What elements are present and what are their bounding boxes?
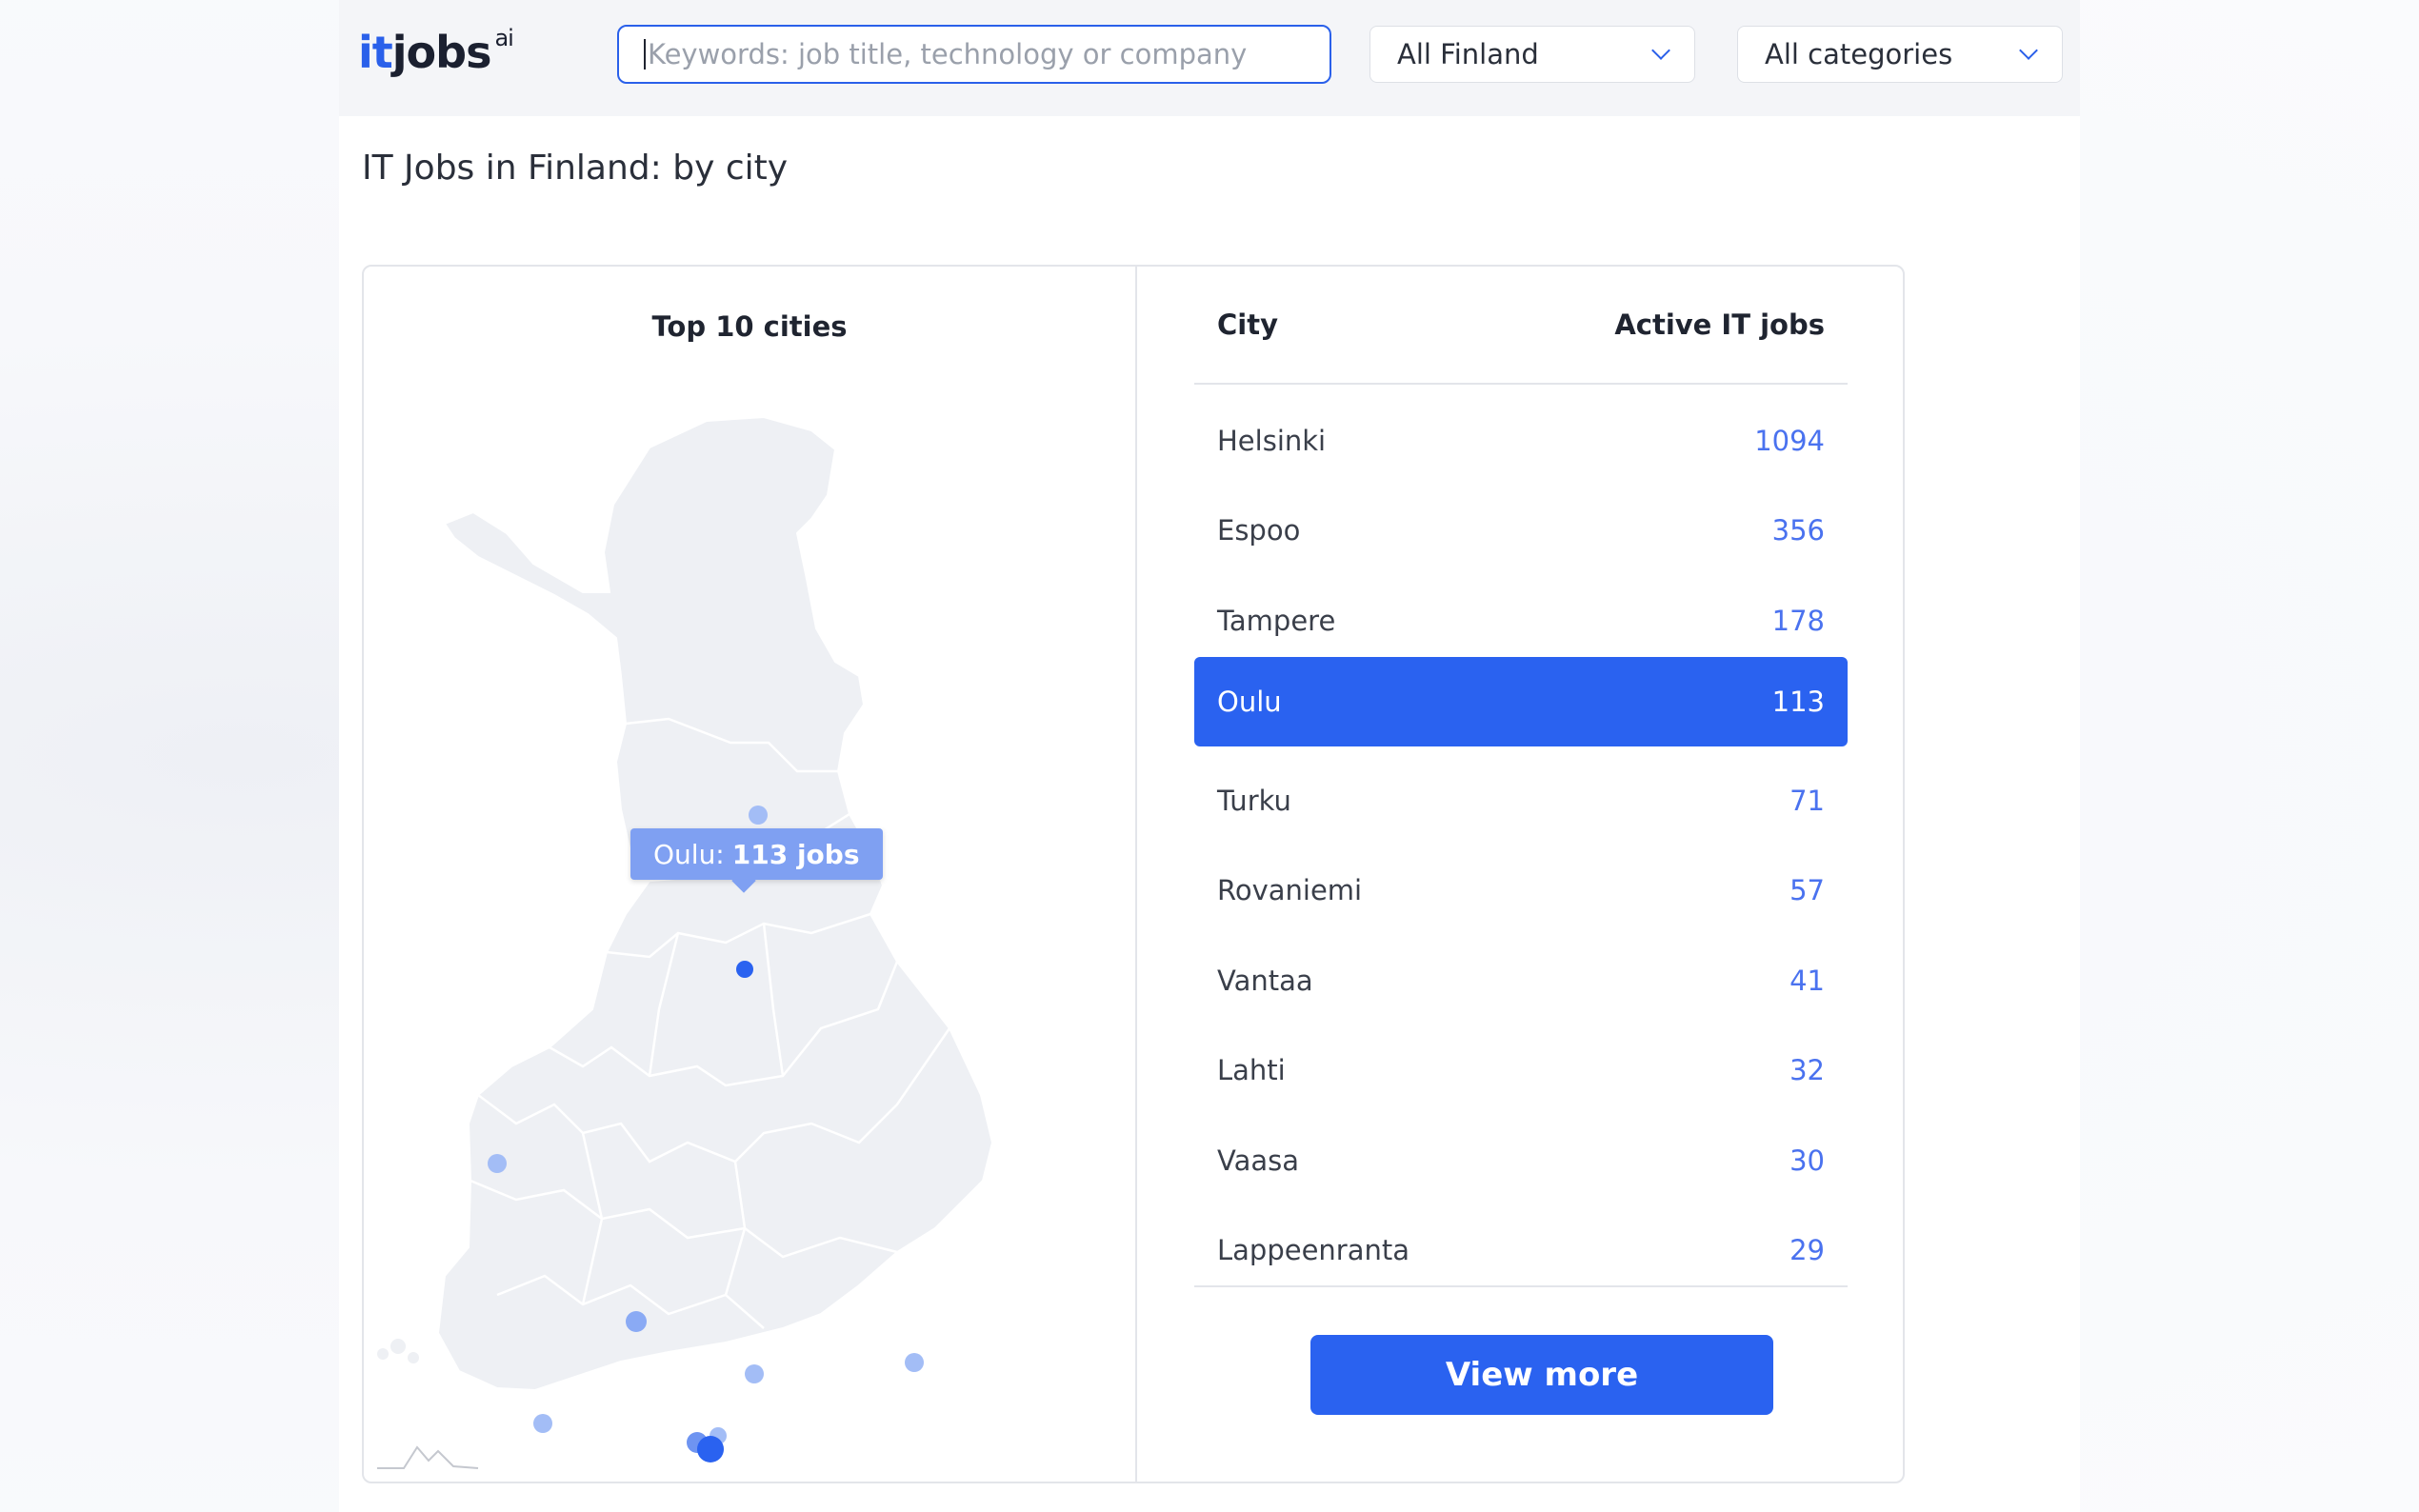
map-marker-lappeenranta[interactable]	[905, 1353, 924, 1372]
search-placeholder: Keywords: job title, technology or compa…	[648, 38, 1248, 70]
table-row[interactable]: Lahti 32	[1194, 1025, 1848, 1115]
page-container: it jobs ai Keywords: job title, technology…	[339, 0, 2080, 1512]
table-footer-divider	[1194, 1285, 1848, 1287]
page-title: IT Jobs in Finland: by city	[362, 149, 789, 188]
row-jobs: 71	[1789, 785, 1825, 817]
map-tooltip: Oulu: 113 jobs	[630, 828, 883, 893]
row-jobs: 30	[1789, 1144, 1825, 1177]
category-select-value: All categories	[1765, 38, 1953, 70]
table-row[interactable]: Lappeenranta 29	[1194, 1205, 1848, 1295]
table-row-active[interactable]: Oulu 113	[1194, 657, 1848, 746]
category-select[interactable]: All categories	[1737, 26, 2063, 83]
chevron-down-icon	[2019, 41, 2038, 60]
table-row[interactable]: Rovaniemi 57	[1194, 846, 1848, 935]
column-header-city: City	[1217, 308, 1278, 341]
map-marker-turku[interactable]	[533, 1414, 552, 1433]
row-city: Vaasa	[1217, 1144, 1300, 1177]
row-city: Vantaa	[1217, 965, 1313, 997]
row-jobs: 32	[1789, 1054, 1825, 1086]
map-marker-helsinki[interactable]	[697, 1436, 724, 1462]
table-row[interactable]: Helsinki 1094	[1194, 396, 1848, 486]
map-marker-vaasa[interactable]	[488, 1154, 507, 1173]
table-row[interactable]: Vantaa 41	[1194, 936, 1848, 1025]
text-cursor	[644, 39, 646, 70]
table-header-divider	[1194, 383, 1848, 385]
islands	[377, 1339, 419, 1363]
row-city: Helsinki	[1217, 425, 1327, 457]
map-marker-oulu[interactable]	[736, 961, 753, 978]
top-bar: it jobs ai Keywords: job title, technology…	[339, 0, 2080, 116]
map-marker-lahti[interactable]	[745, 1364, 764, 1383]
column-header-jobs: Active IT jobs	[1614, 308, 1825, 341]
card-divider	[1135, 267, 1137, 1483]
row-city: Rovaniemi	[1217, 874, 1363, 906]
location-select[interactable]: All Finland	[1369, 26, 1695, 83]
finland-map	[377, 415, 994, 1462]
itjobs-logo[interactable]: it jobs ai	[358, 25, 530, 88]
row-city: Turku	[1217, 785, 1291, 817]
row-jobs: 178	[1771, 605, 1825, 637]
row-jobs: 356	[1771, 514, 1825, 547]
row-city: Espoo	[1217, 514, 1301, 547]
tooltip-jobs: 113 jobs	[731, 838, 860, 870]
logo-it: it	[358, 27, 393, 78]
tooltip-city: Oulu:	[653, 838, 725, 870]
view-more-button[interactable]: View more	[1310, 1335, 1773, 1415]
row-city: Lahti	[1217, 1054, 1286, 1086]
logo-suffix: ai	[494, 25, 513, 51]
row-jobs: 1094	[1754, 425, 1825, 457]
cities-card: Top 10 cities Oulu: 113 jobs City Active…	[362, 265, 1905, 1483]
chevron-down-icon	[1651, 41, 1670, 60]
row-jobs: 29	[1789, 1234, 1825, 1266]
logo-jobs: jobs	[391, 27, 492, 78]
mountains-icon	[377, 1445, 479, 1469]
finland-map-shape	[436, 415, 994, 1392]
row-city: Lappeenranta	[1217, 1234, 1410, 1266]
map-marker-rovaniemi[interactable]	[749, 806, 768, 825]
map-marker-tampere[interactable]	[626, 1311, 647, 1332]
row-jobs: 113	[1771, 686, 1825, 718]
table-row[interactable]: Espoo 356	[1194, 486, 1848, 575]
table-row[interactable]: Turku 71	[1194, 756, 1848, 846]
table-row[interactable]: Tampere 178	[1194, 576, 1848, 666]
search-input[interactable]: Keywords: job title, technology or compa…	[617, 25, 1331, 84]
table-row[interactable]: Vaasa 30	[1194, 1116, 1848, 1205]
row-jobs: 57	[1789, 874, 1825, 906]
row-city: Oulu	[1217, 686, 1282, 718]
location-select-value: All Finland	[1397, 38, 1539, 70]
row-jobs: 41	[1789, 965, 1825, 997]
row-city: Tampere	[1217, 605, 1336, 637]
map-title: Top 10 cities	[651, 310, 848, 343]
